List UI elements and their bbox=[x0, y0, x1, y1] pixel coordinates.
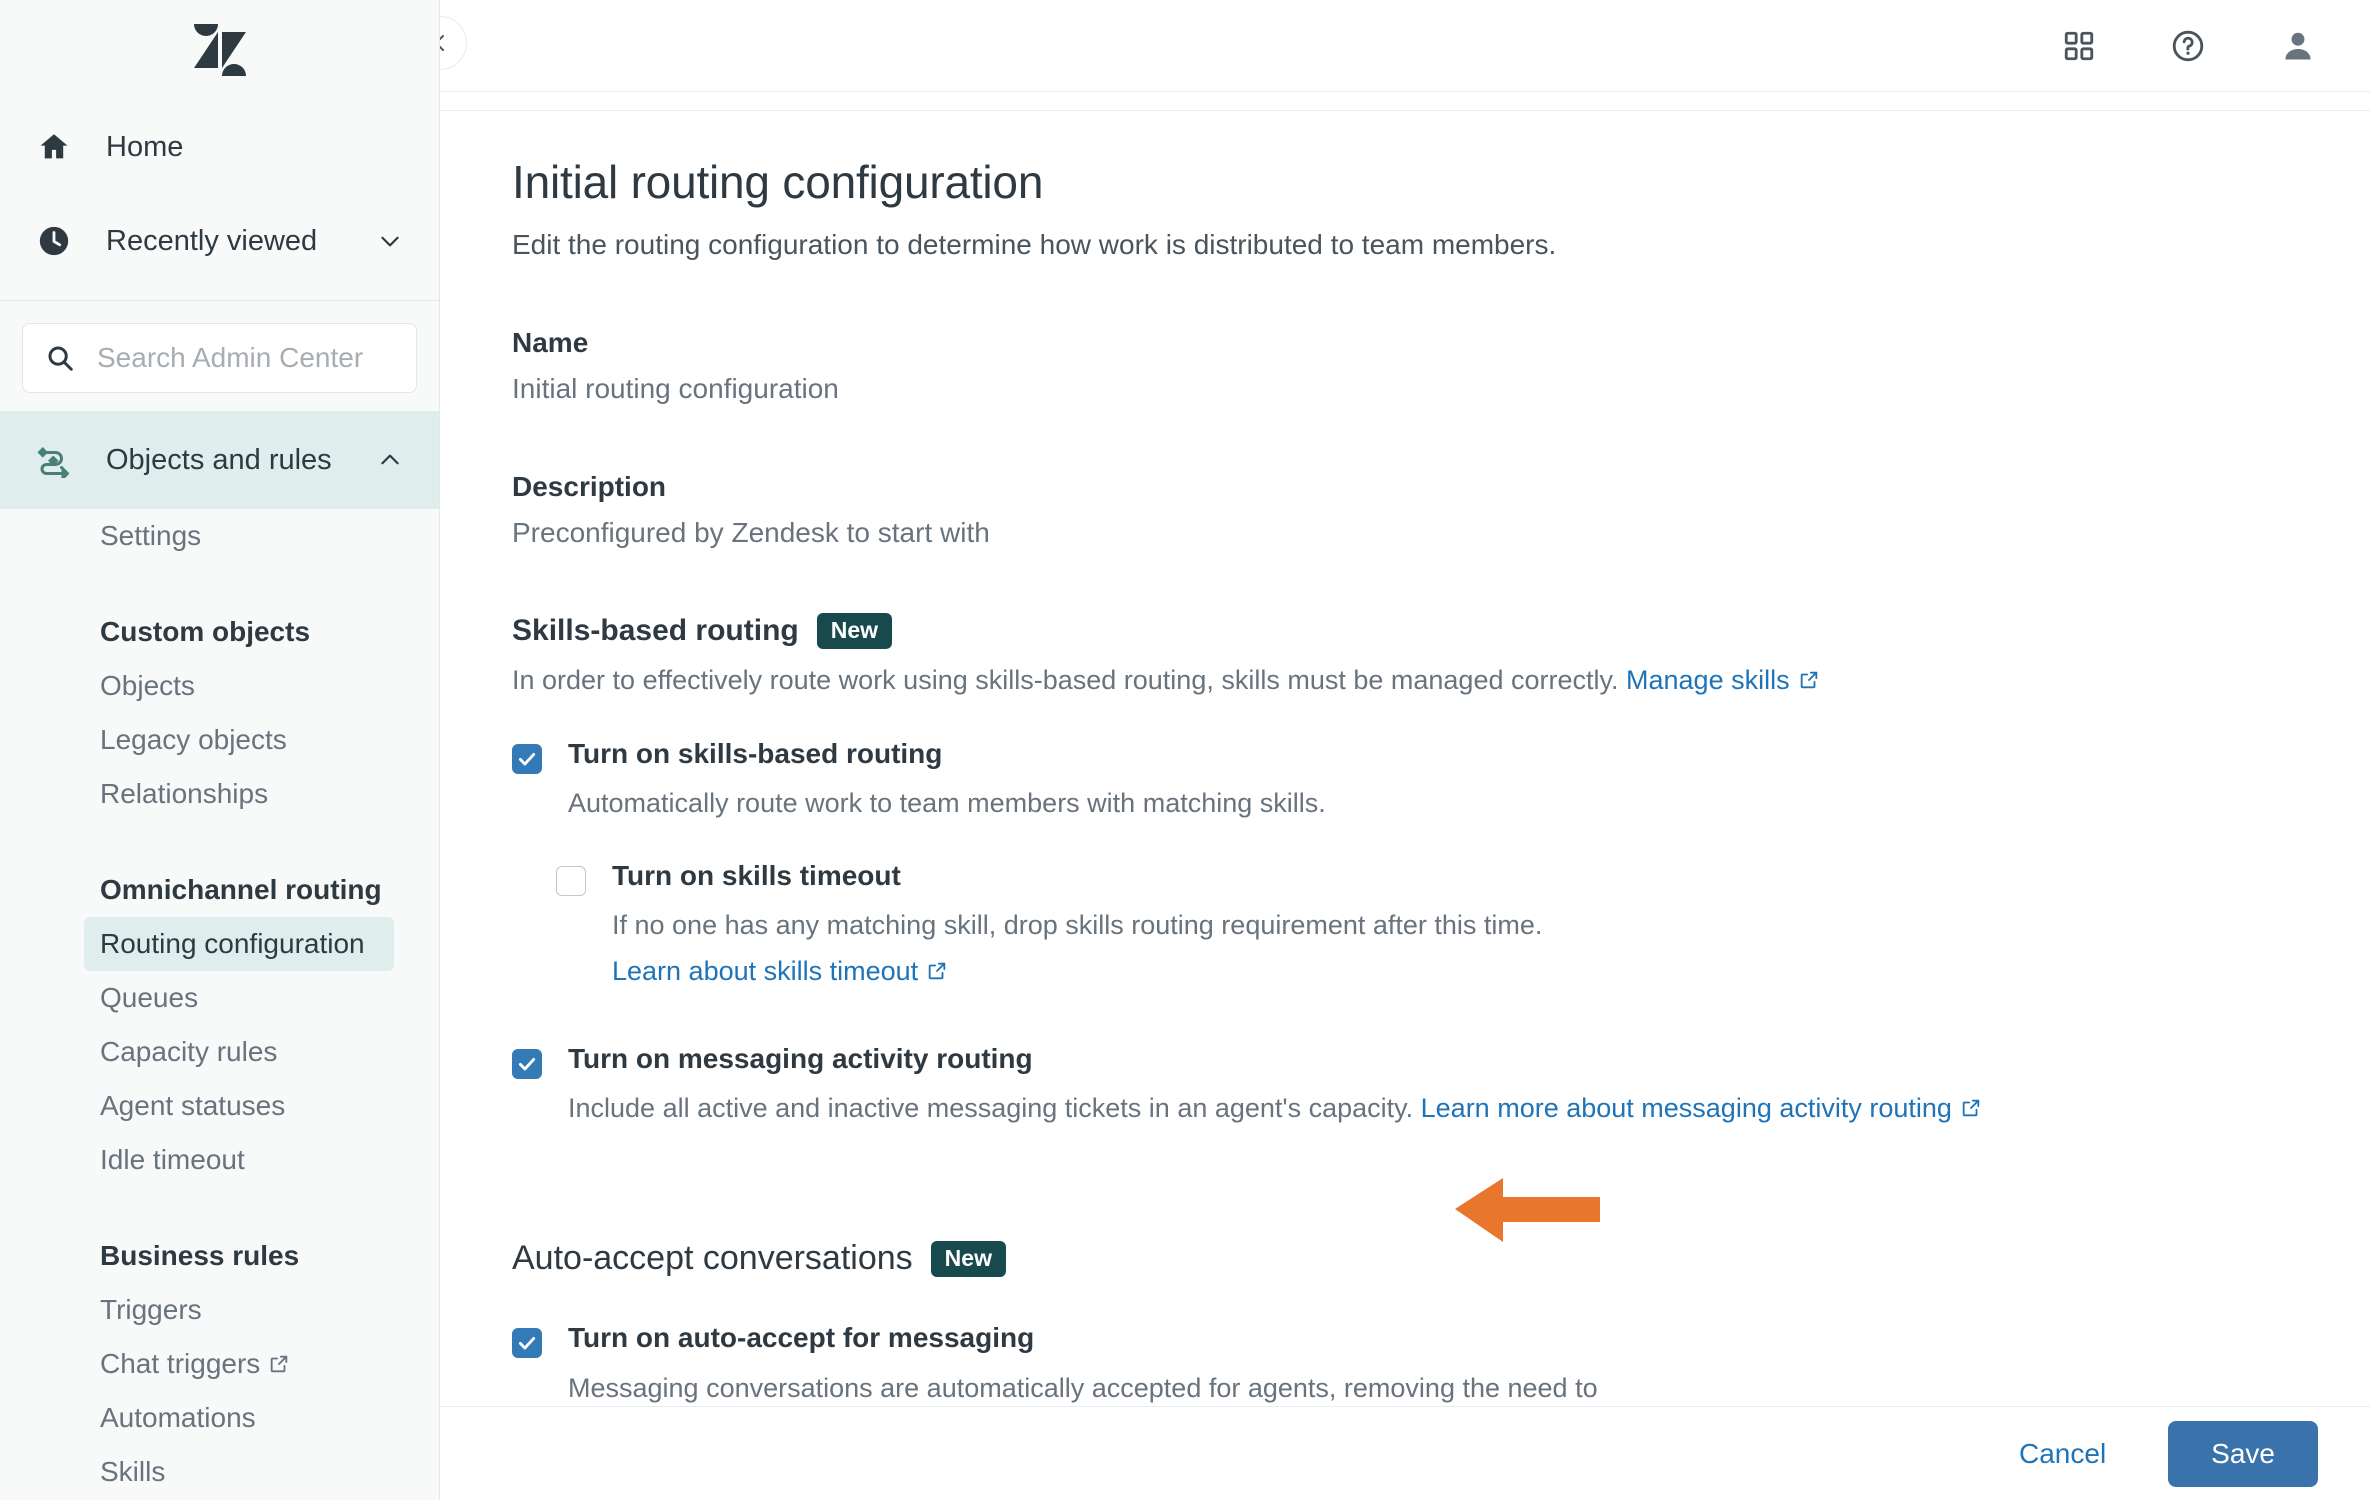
sidebar-item-skills[interactable]: Skills bbox=[0, 1445, 439, 1499]
page-title: Initial routing configuration bbox=[512, 156, 1044, 208]
auto-accept-section-title: Auto-accept conversations bbox=[512, 1239, 913, 1278]
help-circle-icon[interactable] bbox=[2170, 28, 2206, 64]
brand-row bbox=[0, 0, 439, 100]
app-root: Home Recently viewed Search Admin Center… bbox=[0, 0, 2370, 1500]
chevron-up-icon[interactable] bbox=[373, 447, 407, 473]
footer-actions: Cancel Save bbox=[440, 1406, 2370, 1500]
products-grid-icon[interactable] bbox=[2062, 29, 2096, 63]
sidebar-item-routing-configuration[interactable]: Routing configuration bbox=[84, 917, 394, 971]
sidebar: Home Recently viewed Search Admin Center… bbox=[0, 0, 440, 1500]
sidebar-item-triggers[interactable]: Triggers bbox=[0, 1283, 439, 1337]
save-button[interactable]: Save bbox=[2168, 1420, 2318, 1487]
left-arrow-annotation-icon bbox=[1455, 1172, 1605, 1257]
sidebar-heading-omnichannel-routing: Omnichannel routing bbox=[100, 874, 382, 905]
main-panel: Initial routing configuration Edit the r… bbox=[440, 0, 2370, 1500]
checkbox-desc-skills-based-routing: Automatically route work to team members… bbox=[568, 788, 1326, 819]
sidebar-item-agent-statuses[interactable]: Agent statuses bbox=[0, 1079, 439, 1133]
skills-section-title: Skills-based routing bbox=[512, 614, 799, 647]
skills-section-description-text: In order to effectively route work using… bbox=[512, 665, 1619, 695]
zendesk-logo-icon bbox=[193, 24, 246, 76]
checkbox-label-skills-timeout: Turn on skills timeout bbox=[612, 860, 901, 892]
auto-accept-section-header: Auto-accept conversations New bbox=[512, 1239, 2370, 1278]
field-name: Name Initial routing configuration bbox=[512, 327, 2370, 405]
sidebar-item-relationships[interactable]: Relationships bbox=[0, 767, 439, 821]
sidebar-group-objects-and-rules[interactable]: Objects and rules bbox=[0, 411, 439, 509]
checkbox-row-skills-timeout[interactable]: Turn on skills timeout If no one has any… bbox=[556, 860, 2370, 989]
sidebar-item-chat-triggers-label: Chat triggers bbox=[100, 1348, 261, 1379]
sidebar-primary-nav: Home Recently viewed bbox=[0, 100, 439, 301]
status-badge-new: New bbox=[816, 613, 893, 649]
sidebar-item-recently-viewed[interactable]: Recently viewed bbox=[0, 194, 439, 288]
field-description-value: Preconfigured by Zendesk to start with bbox=[512, 517, 990, 548]
routing-icon bbox=[32, 442, 76, 478]
sidebar-heading-custom-objects: Custom objects bbox=[100, 616, 311, 647]
sidebar-heading-business-rules: Business rules bbox=[100, 1240, 300, 1271]
sidebar-group-label: Objects and rules bbox=[106, 443, 332, 476]
top-bar bbox=[440, 0, 2370, 92]
search-box[interactable] bbox=[22, 323, 417, 393]
checkbox-row-messaging-activity-routing[interactable]: Turn on messaging activity routing Inclu… bbox=[512, 1043, 2370, 1131]
status-badge-new: New bbox=[930, 1240, 1006, 1277]
checkbox-messaging-activity-routing[interactable] bbox=[512, 1049, 542, 1080]
sidebar-item-queues[interactable]: Queues bbox=[0, 971, 439, 1025]
checkbox-row-auto-accept-messaging[interactable]: Turn on auto-accept for messaging Messag… bbox=[512, 1322, 2370, 1405]
auto-accept-desc-text: Messaging conversations are automaticall… bbox=[568, 1372, 1598, 1403]
search-icon bbox=[45, 343, 79, 373]
checkbox-label-auto-accept-messaging: Turn on auto-accept for messaging bbox=[568, 1322, 1035, 1354]
sidebar-item-home-label: Home bbox=[106, 130, 184, 163]
content-top-divider bbox=[440, 110, 2370, 111]
checkbox-row-skills-based-routing[interactable]: Turn on skills-based routing Automatical… bbox=[512, 738, 2370, 824]
search-container bbox=[0, 301, 439, 411]
external-link-icon bbox=[1960, 1091, 1982, 1131]
checkbox-desc-messaging-activity-routing: Include all active and inactive messagin… bbox=[568, 1089, 1982, 1131]
sidebar-item-home[interactable]: Home bbox=[0, 100, 439, 194]
checkbox-skills-based-routing[interactable] bbox=[512, 744, 542, 774]
sidebar-item-idle-timeout[interactable]: Idle timeout bbox=[0, 1133, 439, 1187]
external-link-icon bbox=[1798, 667, 1820, 698]
messaging-activity-desc-text: Include all active and inactive messagin… bbox=[568, 1093, 1414, 1124]
clipped-scrolled-row bbox=[512, 92, 2370, 110]
skills-section-description: In order to effectively route work using… bbox=[512, 665, 2370, 698]
skills-timeout-link-line: Learn about skills timeout bbox=[612, 956, 1542, 989]
external-link-icon bbox=[268, 1339, 290, 1393]
sidebar-item-capacity-rules[interactable]: Capacity rules bbox=[0, 1025, 439, 1079]
field-name-label: Name bbox=[512, 327, 589, 358]
sidebar-item-automations[interactable]: Automations bbox=[0, 1391, 439, 1445]
checkbox-desc-skills-timeout: If no one has any matching skill, drop s… bbox=[612, 910, 1543, 941]
page-subtitle: Edit the routing configuration to determ… bbox=[512, 229, 1557, 260]
section-auto-accept-conversations: Auto-accept conversations New Turn on au… bbox=[512, 1239, 2370, 1405]
home-icon bbox=[32, 130, 76, 164]
sidebar-item-recently-viewed-label: Recently viewed bbox=[106, 224, 318, 257]
external-link-icon bbox=[926, 958, 948, 989]
field-description: Description Preconfigured by Zendesk to … bbox=[512, 471, 2370, 549]
checkbox-desc-auto-accept-messaging: Messaging conversations are automaticall… bbox=[568, 1369, 1598, 1405]
sidebar-item-legacy-objects[interactable]: Legacy objects bbox=[0, 713, 439, 767]
sidebar-scroll-area[interactable]: Objects and rules Settings Custom object… bbox=[0, 411, 439, 1500]
learn-more-messaging-activity-routing-link[interactable]: Learn more about messaging activity rout… bbox=[1421, 1093, 1952, 1123]
content-area: Initial routing configuration Edit the r… bbox=[440, 92, 2370, 1405]
checkbox-skills-timeout[interactable] bbox=[556, 866, 586, 897]
section-skills-based-routing: Skills-based routing New In order to eff… bbox=[512, 613, 2370, 1131]
sidebar-item-settings[interactable]: Settings bbox=[0, 509, 439, 563]
user-avatar-icon[interactable] bbox=[2280, 28, 2316, 64]
manage-skills-link[interactable]: Manage skills bbox=[1626, 665, 1790, 695]
clock-icon bbox=[32, 224, 76, 258]
checkbox-auto-accept-messaging[interactable] bbox=[512, 1328, 542, 1359]
search-input[interactable] bbox=[97, 342, 394, 374]
chevron-down-icon[interactable] bbox=[373, 228, 407, 254]
checkbox-label-skills-based-routing: Turn on skills-based routing bbox=[568, 738, 943, 769]
field-name-value: Initial routing configuration bbox=[512, 373, 839, 404]
checkbox-label-messaging-activity-routing: Turn on messaging activity routing bbox=[568, 1043, 1033, 1075]
cancel-button[interactable]: Cancel bbox=[1997, 1424, 2128, 1484]
sidebar-item-objects[interactable]: Objects bbox=[0, 659, 439, 713]
skills-section-header: Skills-based routing New bbox=[512, 613, 2370, 649]
field-description-label: Description bbox=[512, 471, 667, 502]
learn-about-skills-timeout-link[interactable]: Learn about skills timeout bbox=[612, 956, 918, 986]
sidebar-item-chat-triggers[interactable]: Chat triggers bbox=[0, 1337, 439, 1391]
